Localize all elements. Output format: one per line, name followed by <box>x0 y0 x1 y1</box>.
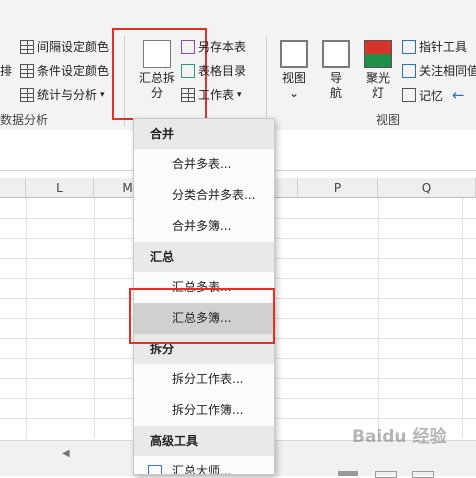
memory-label: 记忆 <box>419 88 444 103</box>
interval-color-button[interactable]: 间隔设定颜色 <box>20 38 109 55</box>
navigation-icon <box>322 40 350 68</box>
worksheet-button[interactable]: 工作表 ▾ <box>181 86 242 103</box>
summarize-split-button[interactable]: 汇总拆 分 <box>134 40 180 101</box>
memory-icon <box>402 88 416 102</box>
spotlight-icon <box>364 40 392 68</box>
menu-section-merge: 合并 <box>134 119 274 149</box>
menu-item-summarize-sheets[interactable]: 汇总多表... <box>134 272 274 303</box>
menu-item-merge-workbooks[interactable]: 合并多簿... <box>134 211 274 242</box>
column-header[interactable]: P <box>298 178 378 198</box>
column-header[interactable]: L <box>26 178 94 198</box>
watch-same-value-button[interactable]: 关注相同值 <box>402 62 476 79</box>
view-label-1: 视图 <box>281 71 306 85</box>
stats-analysis-button[interactable]: 统计与分析 ▾ <box>20 86 105 103</box>
spotlight-label-1: 聚光 <box>365 71 390 85</box>
save-icon <box>181 39 195 54</box>
menu-item-summary-master-label: 汇总大师... <box>172 464 232 475</box>
condition-color-button[interactable]: 条件设定颜色 <box>20 62 109 79</box>
ribbon-divider <box>266 36 267 126</box>
grid-icon <box>20 39 34 54</box>
column-header-blank <box>0 178 26 198</box>
menu-item-summary-master[interactable]: 汇总大师... <box>134 456 274 475</box>
column-header[interactable]: Q <box>378 178 476 198</box>
menu-section-advanced: 高级工具 <box>134 426 274 456</box>
normal-view-icon[interactable] <box>338 471 358 476</box>
pointer-tool-label: 指针工具 <box>419 40 468 54</box>
grid-icon <box>20 63 34 78</box>
stats-analysis-label: 统计与分析 <box>37 88 98 102</box>
save-this-sheet-label: 另存本表 <box>198 40 247 54</box>
navigation-button[interactable]: 导 航 <box>320 40 352 101</box>
data-analysis-group-label: 数据分析 <box>0 113 49 127</box>
navigation-label-1: 导 <box>329 71 342 85</box>
menu-item-split-worksheet[interactable]: 拆分工作表... <box>134 364 274 395</box>
menu-section-summary: 汇总 <box>134 242 274 272</box>
save-this-sheet-button[interactable]: 另存本表 <box>181 38 246 55</box>
menu-item-split-workbook[interactable]: 拆分工作簿... <box>134 395 274 426</box>
worksheet-icon <box>181 87 195 102</box>
menu-item-summarize-workbooks[interactable]: 汇总多簿... <box>134 303 274 334</box>
menu-item-merge-sheets[interactable]: 合并多表... <box>134 149 274 180</box>
view-label-2: ⌄ <box>288 86 300 100</box>
watch-same-value-label: 关注相同值 <box>419 64 476 78</box>
summarize-split-label-1: 汇总拆 <box>138 71 175 85</box>
ribbon-divider <box>124 36 125 126</box>
navigation-label-2: 航 <box>329 86 342 100</box>
summary-master-icon <box>148 465 162 474</box>
ribbon-stub-label[interactable]: 排 <box>0 62 12 79</box>
arrow-left-icon[interactable]: ← <box>452 86 465 104</box>
menu-section-split: 拆分 <box>134 334 274 364</box>
summarize-split-icon <box>143 40 171 68</box>
menu-item-category-merge[interactable]: 分类合并多表... <box>134 180 274 211</box>
view-icon <box>280 40 308 68</box>
directory-icon <box>181 63 195 78</box>
memory-button[interactable]: 记忆 ← <box>402 86 465 104</box>
condition-color-label: 条件设定颜色 <box>37 64 110 78</box>
view-group-label: 视图 <box>376 113 401 127</box>
view-button[interactable]: 视图 ⌄ <box>278 40 310 101</box>
pointer-icon <box>402 39 416 54</box>
ribbon: 排 间隔设定颜色 条件设定颜色 统计与分析 ▾ 数据分析 汇总拆 分 另存本表 … <box>0 0 476 131</box>
summarize-split-label-2: 分 <box>150 86 163 100</box>
summarize-split-menu: 合并 合并多表... 分类合并多表... 合并多簿... 汇总 汇总多表... … <box>133 118 275 475</box>
pointer-tool-button[interactable]: 指针工具 <box>402 38 467 55</box>
grid-icon <box>20 87 34 102</box>
scroll-left-icon[interactable]: ◀ <box>62 448 70 459</box>
table-directory-button[interactable]: 表格目录 <box>181 62 246 79</box>
chevron-down-icon: ▾ <box>237 89 242 100</box>
table-directory-label: 表格目录 <box>198 64 247 78</box>
spotlight-label-2: 灯 <box>371 86 384 100</box>
watch-icon <box>402 63 416 78</box>
worksheet-label: 工作表 <box>198 88 235 102</box>
chevron-down-icon: ▾ <box>100 89 105 100</box>
watermark: Baidu 经验 <box>352 427 447 447</box>
spotlight-button[interactable]: 聚光 灯 <box>362 40 394 101</box>
interval-color-label: 间隔设定颜色 <box>37 40 110 54</box>
